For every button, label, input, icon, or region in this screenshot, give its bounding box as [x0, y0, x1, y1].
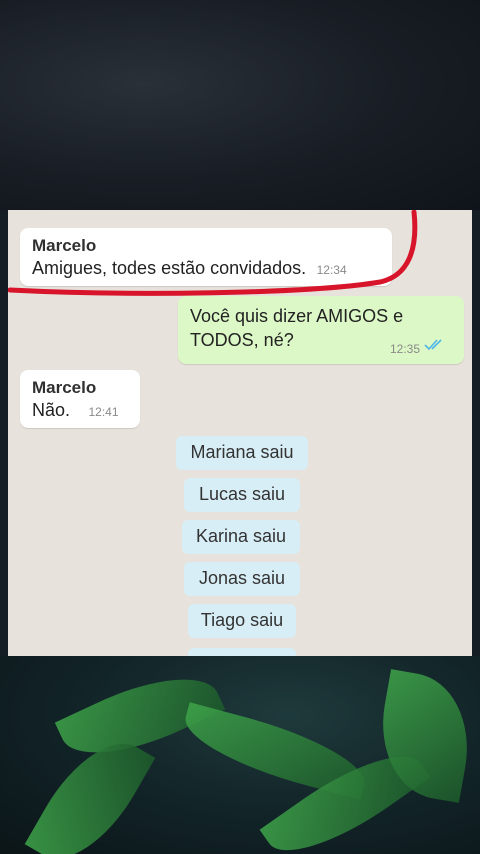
message-bubble-outgoing[interactable]: Você quis dizer AMIGOS e TODOS, né? 12:3… [178, 296, 464, 364]
system-message: Jonas saiu [184, 562, 300, 596]
message-text: Amigues, todes estão convidados. [32, 258, 307, 278]
message-time: 12:41 [88, 405, 119, 419]
background-bottom [0, 656, 480, 854]
system-message: Tiago saiu [188, 604, 296, 638]
message-text: Não. [32, 400, 71, 420]
message-bubble-incoming[interactable]: Marcelo Não. 12:41 [20, 370, 140, 428]
message-time: 12:34 [316, 263, 347, 277]
system-message: Mariana saiu [176, 436, 308, 470]
sender-name: Marcelo [32, 236, 97, 255]
system-message: Lucas saiu [184, 478, 300, 512]
system-message-partial [188, 648, 296, 656]
chat-screenshot: Marcelo Amigues, todes estão convidados.… [8, 210, 472, 656]
message-time: 12:35 [389, 342, 420, 356]
background-top [0, 0, 480, 210]
double-check-icon [424, 338, 446, 356]
sender-name: Marcelo [32, 378, 97, 397]
message-bubble-incoming[interactable]: Marcelo Amigues, todes estão convidados.… [20, 228, 392, 286]
message-text-line1: Você quis dizer AMIGOS e [190, 306, 404, 326]
system-message: Karina saiu [182, 520, 300, 554]
